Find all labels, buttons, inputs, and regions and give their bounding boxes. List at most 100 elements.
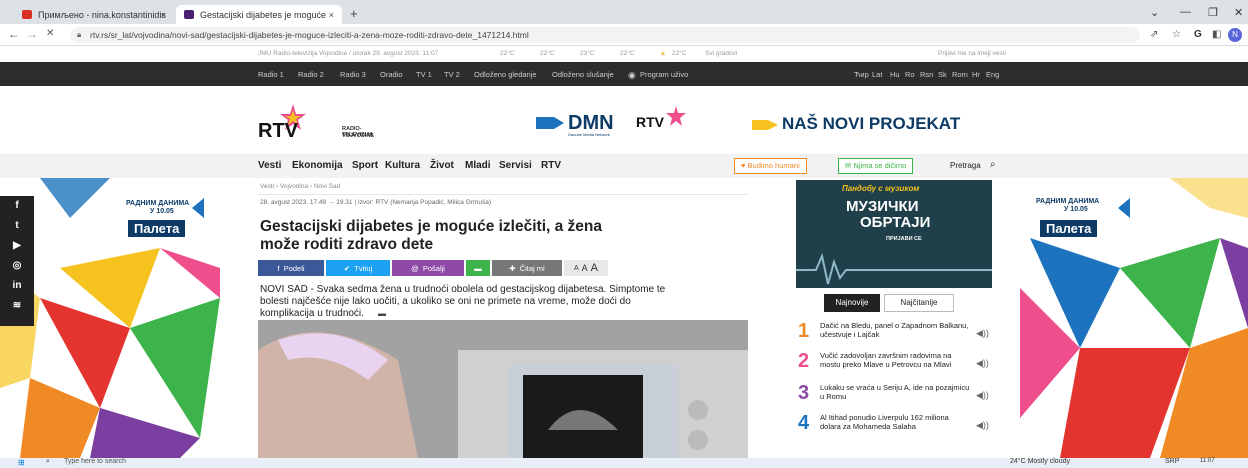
share-icon[interactable]: ⇗	[1150, 29, 1158, 40]
nav-radio2[interactable]: Radio 2	[298, 70, 324, 79]
nav-radio3[interactable]: Radio 3	[340, 70, 366, 79]
site-header: RTV RADIO-TELEVIZIJA VOJVODINE DMN Danub…	[0, 86, 1248, 154]
rtv-logo[interactable]: RTV RADIO-TELEVIZIJA VOJVODINE	[258, 104, 378, 144]
speaker-icon[interactable]: ◀))	[976, 328, 989, 339]
browser-tab-bar: Примљено - nina.konstantinidis × Gestaci…	[0, 0, 1248, 24]
news-item[interactable]: 4 Al Itihad ponudio Liverpulu 162 milion…	[798, 412, 998, 442]
nav-servisi[interactable]: Servisi	[499, 160, 532, 171]
font-large-button[interactable]: A	[591, 262, 598, 274]
bookmark-star-icon[interactable]: ☆	[1172, 29, 1181, 40]
profile-avatar[interactable]: N	[1228, 28, 1242, 42]
rank-number: 2	[798, 350, 810, 372]
close-tab-icon[interactable]: ×	[161, 10, 166, 20]
lang-cyr[interactable]: Ћир	[854, 70, 869, 79]
date-text: JMU Radio-televizija Vojvodine / utorak …	[258, 50, 439, 57]
read-aloud-button[interactable]: ✚ Čitaj mi	[492, 260, 562, 276]
article-lead: NOVI SAD - Svaka sedma žena u trudnoći o…	[260, 284, 666, 295]
lang-lat[interactable]: Lat	[872, 70, 882, 79]
tab-najnovije[interactable]: Najnovije	[824, 294, 880, 312]
back-icon[interactable]: ←	[8, 27, 20, 41]
ad-text: У 10.05	[1064, 206, 1088, 213]
breadcrumb[interactable]: Vesti › Vojvodina › Novi Sad	[260, 183, 340, 190]
article: Vesti › Vojvodina › Novi Sad 28. avgust …	[258, 178, 748, 458]
speaker-icon[interactable]: ◀))	[976, 420, 989, 431]
font-small-button[interactable]: A	[574, 265, 579, 272]
email-share-button[interactable]: @ Pošalji	[392, 260, 464, 276]
news-item[interactable]: 2 Vučić zadovoljan završnim radovima na …	[798, 350, 998, 380]
left-ad[interactable]: РАДНИМ ДАНИМА У 10.05 Палета	[0, 178, 230, 458]
dmn-banner[interactable]: DMN Danube Media Network RTV	[536, 106, 736, 142]
right-ad[interactable]: РАДНИМ ДАНИМА У 10.05 Палета	[1020, 178, 1248, 458]
taskbar-search-icon[interactable]: ⌕	[46, 458, 50, 466]
nav-sport[interactable]: Sport	[352, 160, 378, 171]
nav-mladi[interactable]: Mladi	[465, 160, 491, 171]
search-label[interactable]: Pretraga	[950, 161, 981, 170]
linkedin-icon[interactable]: in	[0, 276, 34, 296]
speaker-icon[interactable]: ◀))	[976, 390, 989, 401]
tab-article[interactable]: Gestacijski dijabetes je moguće ×	[176, 5, 342, 24]
font-medium-button[interactable]: A	[582, 263, 588, 273]
nav-radio1[interactable]: Radio 1	[258, 70, 284, 79]
speaker-icon[interactable]: ◀))	[976, 358, 989, 369]
rtv-logo-text: RTV	[258, 120, 298, 142]
facebook-share-button[interactable]: f Podeli	[258, 260, 324, 276]
nav-vesti[interactable]: Vesti	[258, 160, 281, 171]
google-icon[interactable]: G	[1194, 29, 1202, 40]
reload-icon[interactable]: ✕	[46, 28, 54, 39]
nav-delayed-listen[interactable]: Odloženo slušanje	[552, 70, 614, 79]
promo-banner[interactable]: NAŠ NOVI PROJEKAT	[752, 114, 992, 138]
twitter-share-button[interactable]: ✔ Tvituj	[326, 260, 390, 276]
music-banner[interactable]: Пандобу с музиком МУЗИЧКИ ОБРТАЈИ ПРИЈАВ…	[796, 180, 992, 288]
extension-icon[interactable]: ◧	[1212, 29, 1221, 40]
lang-hu[interactable]: Hu	[890, 70, 900, 79]
twitter-icon[interactable]: t	[0, 216, 34, 236]
share-label: Tvituj	[354, 263, 373, 273]
news-item[interactable]: 1 Dačić na Bledu, panel o Zapadnom Balka…	[798, 320, 998, 350]
maximize-icon[interactable]: ❐	[1208, 6, 1218, 19]
taskbar-weather[interactable]: 24°C Mostly cloudy	[1010, 458, 1070, 465]
os-taskbar: ⊞ ⌕ Type here to search 24°C Mostly clou…	[0, 458, 1248, 468]
window-close-icon[interactable]: ✕	[1234, 6, 1243, 19]
youtube-icon[interactable]: ▶	[0, 236, 34, 256]
rss-icon[interactable]: ≋	[0, 296, 34, 316]
url-field[interactable]: 🔒︎ rtv.rs/sr_lat/vojvodina/novi-sad/gest…	[70, 27, 1140, 43]
nav-tv2[interactable]: TV 2	[444, 70, 460, 79]
lang-ro[interactable]: Ro	[905, 70, 915, 79]
all-cities-link[interactable]: Svi gradovi	[705, 50, 737, 57]
lang-eng[interactable]: Eng	[986, 70, 999, 79]
search-icon[interactable]: ⌕	[990, 159, 996, 170]
lang-rom[interactable]: Rom	[952, 70, 968, 79]
message-share-button[interactable]: ▬	[466, 260, 490, 276]
facebook-icon[interactable]: f	[0, 196, 34, 216]
tab-inbox[interactable]: Примљено - nina.konstantinidis ×	[14, 5, 174, 24]
lang-sk[interactable]: Sk	[938, 70, 947, 79]
nav-kultura[interactable]: Kultura	[385, 160, 420, 171]
instagram-icon[interactable]: ◎	[0, 256, 34, 276]
tab-search-icon[interactable]: ⌄	[1150, 6, 1159, 19]
njima-se-dicimo-button[interactable]: ✉ Njima se dičimo	[838, 158, 914, 174]
windows-start-icon[interactable]: ⊞	[18, 458, 25, 467]
taskbar-lang[interactable]: SRP	[1165, 458, 1179, 465]
news-item[interactable]: 3 Lukaku se vraća u Seriju A, ide na poz…	[798, 382, 998, 412]
nav-rtv[interactable]: RTV	[541, 160, 561, 171]
nav-tv1[interactable]: TV 1	[416, 70, 432, 79]
new-tab-button[interactable]: +	[350, 6, 358, 21]
rank-number: 1	[798, 320, 810, 342]
banner-sub: ПРИЈАВИ СЕ	[886, 236, 922, 242]
lock-icon[interactable]: 🔒︎	[77, 27, 81, 43]
nav-zivot[interactable]: Život	[430, 160, 454, 171]
taskbar-time[interactable]: 11:07	[1200, 458, 1215, 464]
budimo-humani-button[interactable]: ♥ Budimo humani	[734, 158, 807, 174]
nav-ekonomija[interactable]: Ekonomija	[292, 160, 343, 171]
forward-icon[interactable]: →	[26, 27, 38, 41]
close-tab-icon[interactable]: ×	[329, 10, 334, 20]
minimize-icon[interactable]: —	[1180, 6, 1191, 18]
nav-oradio[interactable]: Oradio	[380, 70, 403, 79]
lang-hr[interactable]: Hr	[972, 70, 980, 79]
newsletter-link[interactable]: Prijavi me na imejl vesti	[938, 50, 1006, 57]
nav-delayed-watch[interactable]: Odloženo gledanje	[474, 70, 537, 79]
nav-live[interactable]: Program uživo	[640, 70, 688, 79]
tab-najcitanije[interactable]: Najčitanije	[884, 294, 954, 312]
taskbar-search-placeholder[interactable]: Type here to search	[64, 458, 126, 465]
lang-rsn[interactable]: Rsn	[920, 70, 933, 79]
